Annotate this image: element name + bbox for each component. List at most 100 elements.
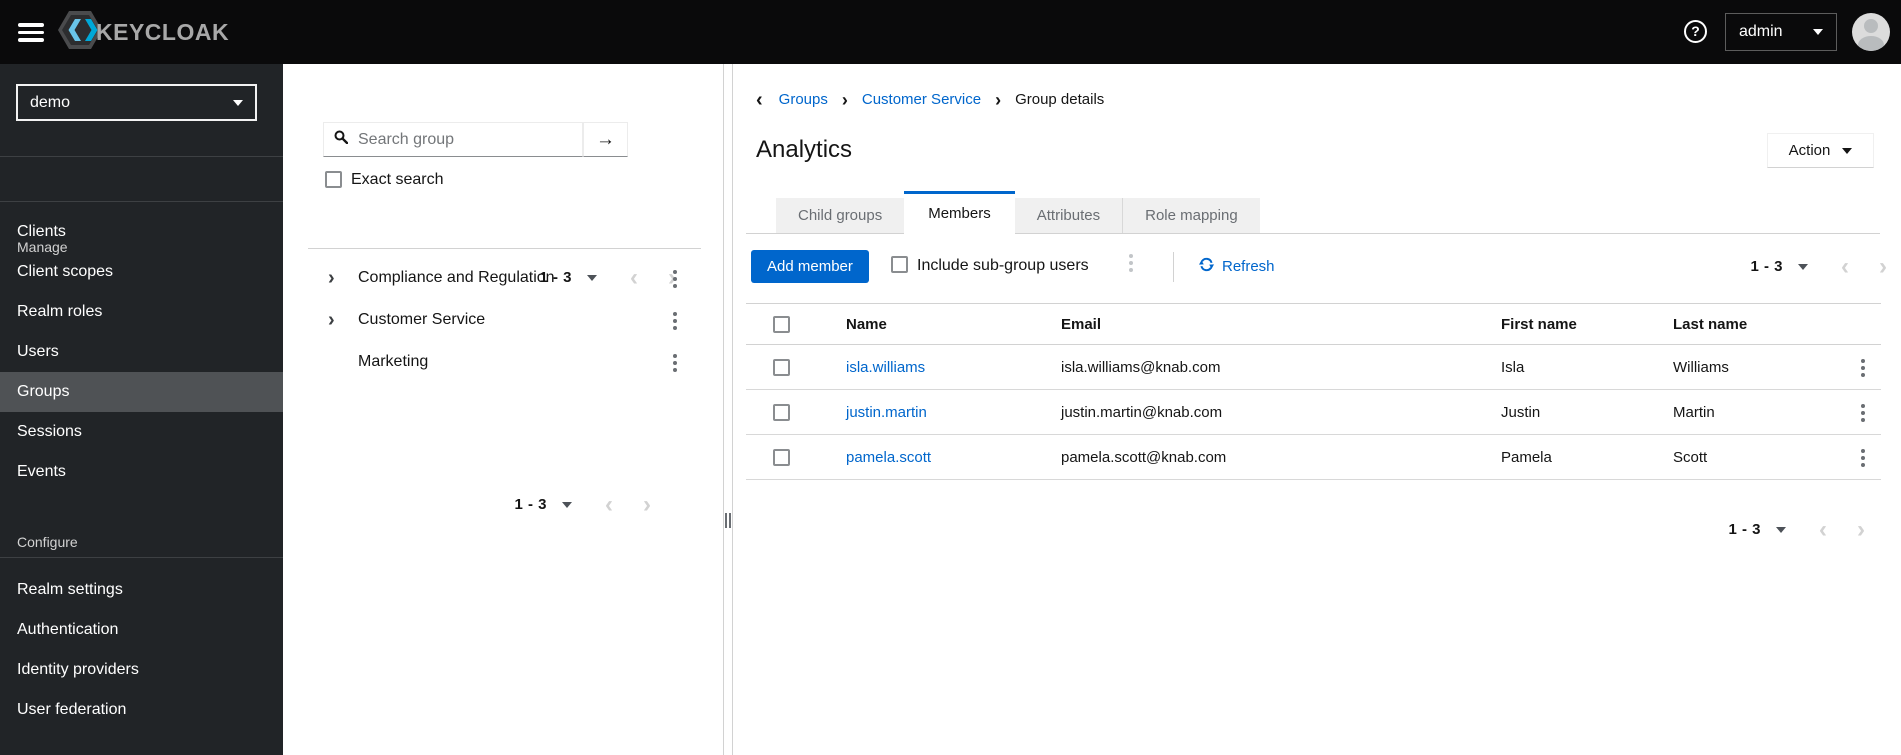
member-name-link[interactable]: pamela.scott	[846, 435, 931, 480]
member-name-link[interactable]: isla.williams	[846, 345, 925, 390]
sidebar-item-clients[interactable]: Clients	[0, 212, 283, 252]
group-name: Customer Service	[358, 311, 486, 328]
chevron-left-icon[interactable]: ‹	[605, 492, 613, 516]
group-name: Compliance and Regulation	[358, 269, 555, 286]
toolbar-kebab-menu-icon[interactable]	[1129, 254, 1133, 275]
masthead: KEYCLOAK ? admin	[0, 0, 1901, 64]
row-checkbox[interactable]	[773, 359, 790, 376]
breadcrumb-current: Group details	[1015, 91, 1105, 108]
tab-role-mapping[interactable]: Role mapping	[1122, 198, 1260, 233]
exact-search-checkbox[interactable]	[325, 171, 342, 188]
select-all-checkbox[interactable]	[773, 316, 790, 333]
member-name-link[interactable]: justin.martin	[846, 390, 927, 435]
nav-configure: Realm settings Authentication Identity p…	[0, 570, 283, 730]
nav-toggle-hamburger-icon[interactable]	[18, 23, 44, 42]
sidebar-item-realm-settings[interactable]: Realm settings	[0, 570, 283, 610]
pagination-range[interactable]: 1 - 3	[514, 496, 547, 513]
chevron-right-icon[interactable]: ›	[1857, 517, 1865, 541]
row-checkbox[interactable]	[773, 404, 790, 421]
breadcrumb-link-groups[interactable]: Groups	[779, 91, 828, 108]
group-row-customer-service[interactable]: › Customer Service	[283, 300, 723, 342]
sidebar-item-user-federation[interactable]: User federation	[0, 690, 283, 730]
group-row-compliance-and-regulation[interactable]: › Compliance and Regulation	[283, 258, 723, 300]
caret-down-icon	[1842, 147, 1853, 154]
member-last-name: Scott	[1673, 449, 1708, 466]
brand-text: KEYCLOAK	[96, 18, 230, 45]
caret-down-icon[interactable]	[1776, 526, 1786, 533]
table-pagination-bottom: 1 - 3 ‹ ›	[1728, 517, 1865, 541]
toolbar-divider	[1173, 252, 1174, 282]
breadcrumb-link-customer-service[interactable]: Customer Service	[862, 91, 981, 108]
row-kebab-menu-icon[interactable]	[1861, 404, 1865, 425]
sidebar: demo Manage Clients Client scopes Realm …	[0, 64, 283, 755]
action-label: Action	[1788, 142, 1831, 159]
help-icon[interactable]: ?	[1684, 20, 1707, 43]
divider	[308, 248, 701, 249]
group-search-box	[323, 122, 583, 157]
chevron-left-icon[interactable]: ‹	[1841, 254, 1849, 278]
add-member-button[interactable]: Add member	[751, 250, 869, 283]
table-pagination-top: 1 - 3 ‹ ›	[1750, 254, 1887, 278]
sidebar-item-realm-roles[interactable]: Realm roles	[0, 292, 283, 332]
sidebar-item-groups[interactable]: Groups	[0, 372, 283, 412]
caret-down-icon	[233, 99, 243, 106]
user-menu-dropdown[interactable]: admin	[1725, 13, 1837, 51]
sidebar-item-events[interactable]: Events	[0, 452, 283, 492]
avatar[interactable]	[1852, 13, 1890, 51]
chevron-right-icon[interactable]: ›	[643, 492, 651, 516]
breadcrumb-back-icon[interactable]: ‹	[756, 90, 763, 110]
include-subgroup-users-label: Include sub-group users	[917, 257, 1089, 274]
row-kebab-menu-icon[interactable]	[1861, 359, 1865, 380]
main-content: ‹ Groups › Customer Service › Group deta…	[733, 64, 1901, 755]
kebab-menu-icon[interactable]	[673, 270, 677, 291]
search-submit-button[interactable]: →	[583, 122, 628, 157]
tab-members[interactable]: Members	[904, 191, 1015, 236]
chevron-left-icon[interactable]: ‹	[1819, 517, 1827, 541]
column-header-name: Name	[846, 316, 887, 333]
search-input[interactable]	[356, 129, 582, 150]
column-header-first-name: First name	[1501, 316, 1577, 333]
tabs: Child groups Members Attributes Role map…	[776, 191, 1260, 236]
caret-down-icon[interactable]	[1798, 263, 1808, 270]
divider	[0, 201, 283, 202]
exact-search-label: Exact search	[351, 171, 444, 188]
sidebar-item-identity-providers[interactable]: Identity providers	[0, 650, 283, 690]
member-first-name: Justin	[1501, 404, 1541, 421]
member-last-name: Williams	[1673, 359, 1729, 376]
sidebar-item-sessions[interactable]: Sessions	[0, 412, 283, 452]
expand-chevron-icon[interactable]: ›	[328, 310, 335, 330]
keycloak-logo: KEYCLOAK	[58, 10, 230, 53]
section-label-configure: Configure	[17, 534, 78, 550]
splitter-grip-handle[interactable]	[725, 513, 731, 528]
group-name: Marketing	[358, 353, 429, 370]
tab-child-groups[interactable]: Child groups	[776, 198, 905, 233]
realm-select[interactable]: demo	[16, 84, 257, 121]
group-row-marketing[interactable]: Marketing	[283, 342, 723, 384]
refresh-button[interactable]: Refresh	[1199, 257, 1275, 276]
kebab-menu-icon[interactable]	[673, 312, 677, 333]
pagination-range[interactable]: 1 - 3	[1750, 258, 1783, 275]
row-checkbox[interactable]	[773, 449, 790, 466]
refresh-icon	[1199, 257, 1214, 276]
chevron-right-icon[interactable]: ›	[1879, 254, 1887, 278]
members-table: Name Email First name Last name isla.wil…	[746, 303, 1881, 480]
member-first-name: Isla	[1501, 359, 1525, 376]
tab-attributes[interactable]: Attributes	[1014, 198, 1123, 233]
row-kebab-menu-icon[interactable]	[1861, 449, 1865, 470]
sidebar-item-client-scopes[interactable]: Client scopes	[0, 252, 283, 292]
table-header-row: Name Email First name Last name	[746, 304, 1881, 345]
sidebar-item-users[interactable]: Users	[0, 332, 283, 372]
expand-chevron-icon[interactable]: ›	[328, 268, 335, 288]
kebab-menu-icon[interactable]	[673, 354, 677, 375]
column-header-last-name: Last name	[1673, 316, 1748, 333]
nav-manage: Clients Client scopes Realm roles Users …	[0, 212, 283, 492]
include-subgroup-users-checkbox[interactable]	[891, 256, 908, 273]
caret-down-icon[interactable]	[562, 501, 572, 508]
member-first-name: Pamela	[1501, 449, 1552, 466]
sidebar-item-authentication[interactable]: Authentication	[0, 610, 283, 650]
realm-select-value: demo	[30, 93, 71, 111]
action-dropdown-button[interactable]: Action	[1767, 133, 1874, 168]
pagination-range[interactable]: 1 - 3	[1728, 521, 1761, 538]
divider	[0, 557, 283, 558]
table-row: pamela.scott pamela.scott@knab.com Pamel…	[746, 435, 1881, 480]
